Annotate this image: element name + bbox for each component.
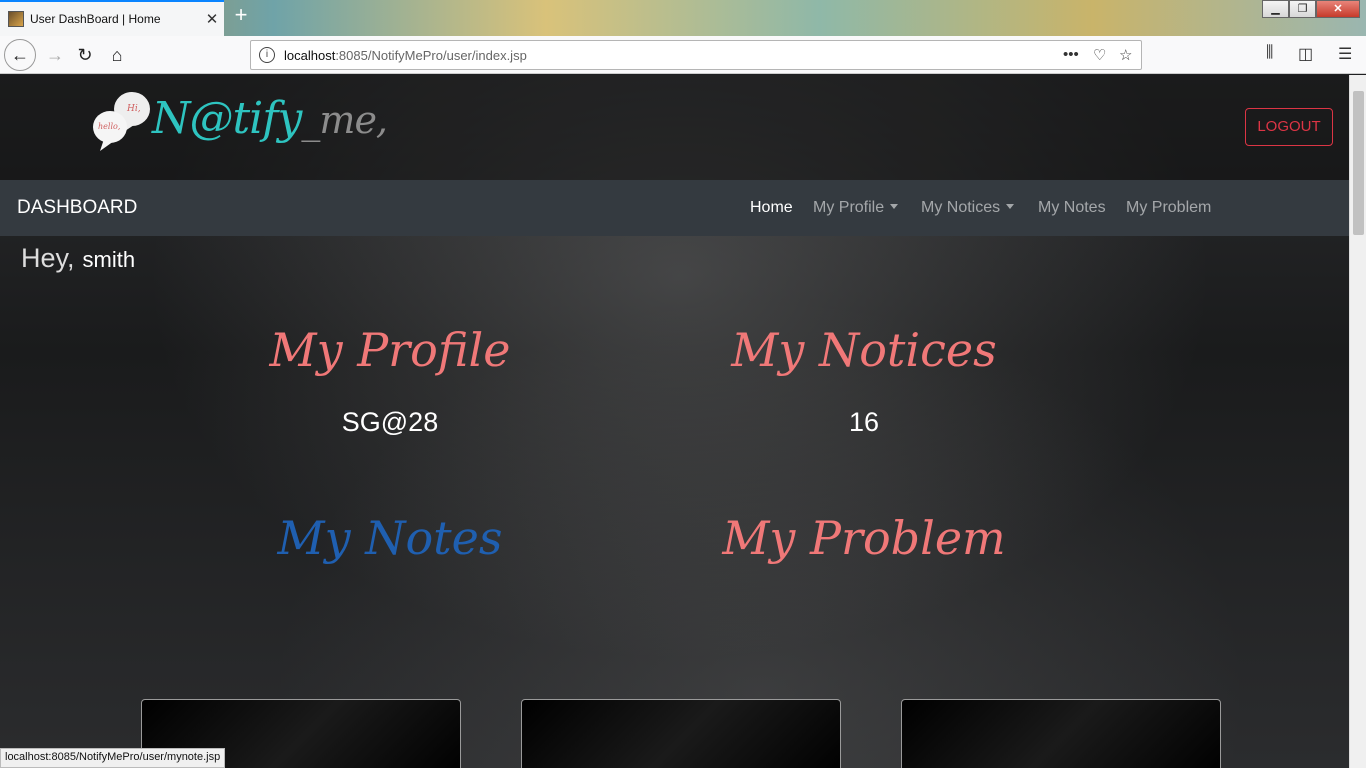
nav-my-problem[interactable]: My Problem: [1126, 199, 1211, 217]
site-logo[interactable]: N@tify_me,: [152, 93, 388, 144]
window-close-icon[interactable]: ✕: [1316, 0, 1360, 18]
scrollbar-thumb[interactable]: [1353, 91, 1364, 235]
dashboard-navbar: DASHBOARD Home My Profile My Notices My …: [0, 180, 1349, 236]
back-arrow-icon[interactable]: ←: [4, 39, 36, 71]
close-tab-icon[interactable]: ✕: [200, 10, 224, 28]
site-header: Hi, hello, N@tify_me, LOGOUT: [0, 75, 1349, 180]
nav-my-notices-dropdown[interactable]: My Notices: [921, 199, 1015, 217]
browser-toolbar: ← → ↻ ⌂ i localhost:8085/NotifyMePro/use…: [0, 36, 1366, 74]
my-notices-heading[interactable]: My Notices: [714, 323, 1014, 377]
reload-icon[interactable]: ↻: [70, 40, 100, 70]
active-tab[interactable]: User DashBoard | Home ✕: [0, 0, 224, 36]
window-controls: ▁ ❐ ✕: [1262, 0, 1360, 20]
page-scrollbar[interactable]: [1349, 75, 1366, 768]
nav-home[interactable]: Home: [750, 199, 793, 217]
menu-icon[interactable]: ☰: [1338, 44, 1352, 64]
navbar-brand[interactable]: DASHBOARD: [17, 197, 137, 219]
chat-bubbles-icon: Hi, hello,: [93, 92, 150, 151]
star-icon[interactable]: ☆: [1119, 46, 1132, 64]
dashboard-panel: [901, 699, 1221, 768]
greeting-prefix: Hey,: [21, 243, 75, 273]
library-icon[interactable]: ⫼: [1266, 44, 1273, 62]
more-icon[interactable]: •••: [1063, 46, 1079, 63]
caret-down-icon: [890, 204, 899, 209]
greeting: Hey, smith: [21, 243, 135, 274]
nav-my-notes[interactable]: My Notes: [1038, 199, 1106, 217]
pocket-icon[interactable]: ♡: [1093, 46, 1106, 64]
home-icon[interactable]: ⌂: [102, 40, 132, 70]
forward-arrow-icon[interactable]: →: [40, 40, 70, 70]
caret-down-icon: [1006, 204, 1015, 209]
my-problem-heading[interactable]: My Problem: [714, 511, 1014, 565]
tab-title: User DashBoard | Home: [30, 12, 161, 26]
restore-icon[interactable]: ❐: [1289, 0, 1316, 18]
tab-strip: User DashBoard | Home ✕ + ▁ ❐ ✕: [0, 0, 1366, 36]
new-tab-button[interactable]: +: [230, 4, 252, 28]
info-icon[interactable]: i: [259, 47, 275, 63]
bubble-hi-text: Hi,: [126, 104, 141, 114]
my-profile-value: SG@28: [341, 407, 439, 437]
my-notes-heading[interactable]: My Notes: [240, 511, 540, 565]
favicon-icon: [8, 11, 24, 27]
my-notices-value: 16: [848, 407, 880, 437]
status-bar-url: localhost:8085/NotifyMePro/user/mynote.j…: [0, 748, 226, 768]
url-text[interactable]: localhost:8085/NotifyMePro/user/index.js…: [284, 48, 527, 63]
sidebar-icon[interactable]: ◫: [1298, 44, 1313, 64]
dashboard-panel: [521, 699, 841, 768]
address-bar[interactable]: i localhost:8085/NotifyMePro/user/index.…: [250, 40, 1142, 70]
username: smith: [82, 247, 136, 272]
my-profile-heading[interactable]: My Profile: [240, 323, 540, 377]
minimize-icon[interactable]: ▁: [1262, 0, 1289, 18]
nav-my-profile-dropdown[interactable]: My Profile: [813, 199, 899, 217]
logout-button[interactable]: LOGOUT: [1245, 108, 1333, 146]
page-content: Hi, hello, N@tify_me, LOGOUT DASHBOARD H…: [0, 75, 1349, 768]
bubble-hello-text: hello,: [98, 122, 120, 131]
